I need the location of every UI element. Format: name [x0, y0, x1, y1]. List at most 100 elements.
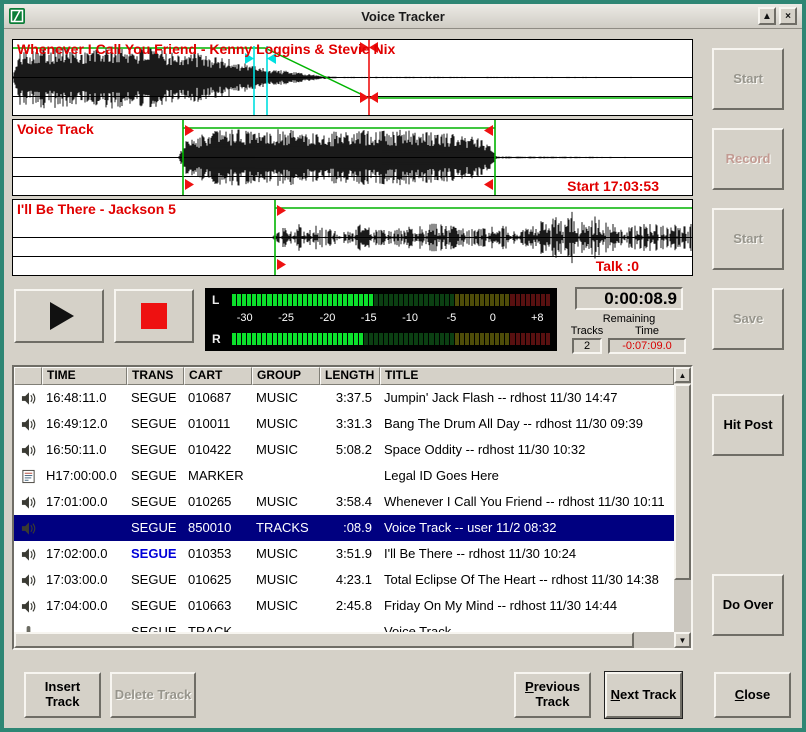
- table-row[interactable]: 16:49:12.0SEGUE010011MUSIC3:31.3Bang The…: [14, 411, 674, 437]
- track-start-time: Start 17:03:53: [567, 178, 659, 194]
- delete-track-button[interactable]: Delete Track: [110, 672, 196, 718]
- cell-group: MUSIC: [252, 593, 320, 619]
- meter-scale-label: 0: [490, 312, 496, 325]
- cell-group: [252, 619, 320, 632]
- save-button[interactable]: Save: [712, 288, 784, 350]
- button-label: Next Track: [611, 688, 677, 703]
- column-header-icon: [14, 367, 42, 385]
- waveform-panel-2[interactable]: Voice Track Start 17:03:53: [12, 119, 693, 196]
- previous-track-button[interactable]: Previous Track: [514, 672, 591, 718]
- cell-length: 4:23.1: [320, 567, 380, 593]
- waveform-panel-1[interactable]: Whenever I Call You Friend - Kenny Loggi…: [12, 39, 693, 116]
- button-label: Close: [735, 688, 770, 703]
- cell-trans: SEGUE: [127, 515, 184, 541]
- table-row[interactable]: SEGUE850010TRACKS:08.9Voice Track -- use…: [14, 515, 674, 541]
- cell-trans: SEGUE: [127, 463, 184, 489]
- scroll-up-button[interactable]: ▲: [674, 367, 691, 383]
- record-button[interactable]: Record: [712, 128, 784, 190]
- cell-time: 16:49:12.0: [42, 411, 127, 437]
- cell-time: 17:02:00.0: [42, 541, 127, 567]
- insert-track-button[interactable]: Insert Track: [24, 672, 101, 718]
- cell-cart: 010011: [184, 411, 252, 437]
- window-title: Voice Tracker: [4, 9, 802, 24]
- cell-cart: 010353: [184, 541, 252, 567]
- cell-length: [320, 619, 380, 632]
- table-row[interactable]: H17:00:00.0SEGUEMARKERLegal ID Goes Here: [14, 463, 674, 489]
- table-row[interactable]: 17:02:00.0SEGUE010353MUSIC3:51.9I'll Be …: [14, 541, 674, 567]
- meter-scale-label: -5: [447, 312, 457, 325]
- cell-trans: SEGUE: [127, 593, 184, 619]
- cell-cart: 010422: [184, 437, 252, 463]
- table-row[interactable]: 16:50:11.0SEGUE010422MUSIC5:08.2Space Od…: [14, 437, 674, 463]
- elapsed-time-display: 0:00:08.9: [575, 287, 683, 310]
- track-title: I'll Be There - Jackson 5: [17, 201, 176, 217]
- cell-length: 5:08.2: [320, 437, 380, 463]
- cell-length: :08.9: [320, 515, 380, 541]
- cell-cart: 010663: [184, 593, 252, 619]
- cell-time: 17:01:00.0: [42, 489, 127, 515]
- table-row[interactable]: 17:04:00.0SEGUE010663MUSIC2:45.8Friday O…: [14, 593, 674, 619]
- button-label: Save: [733, 311, 763, 327]
- table-row[interactable]: 17:03:00.0SEGUE010625MUSIC4:23.1Total Ec…: [14, 567, 674, 593]
- cell-trans: SEGUE: [127, 619, 184, 632]
- meter-scale-label: -25: [278, 312, 294, 325]
- do-over-button[interactable]: Do Over: [712, 574, 784, 636]
- start-button-2[interactable]: Start: [712, 208, 784, 270]
- cell-trans: SEGUE: [127, 567, 184, 593]
- cell-title: Whenever I Call You Friend -- rdhost 11/…: [380, 489, 674, 515]
- vertical-scroll-slider[interactable]: [674, 384, 691, 580]
- horizontal-scroll-slider[interactable]: [14, 632, 634, 648]
- marker-icon: [14, 463, 42, 489]
- waveform-panel-3[interactable]: I'll Be There - Jackson 5 Talk :0: [12, 199, 693, 276]
- table-row[interactable]: SEGUETRACK Voice Track: [14, 619, 674, 632]
- speaker-icon: [14, 489, 42, 515]
- hit-post-button[interactable]: Hit Post: [712, 394, 784, 456]
- next-track-button[interactable]: Next Track: [605, 672, 682, 718]
- cell-title: Voice Track: [380, 619, 674, 632]
- cell-cart: MARKER: [184, 463, 252, 489]
- column-header-group: GROUP: [252, 367, 320, 385]
- column-header-length: LENGTH: [320, 367, 380, 385]
- cell-time: 16:50:11.0: [42, 437, 127, 463]
- table-row[interactable]: 16:48:11.0SEGUE010687MUSIC3:37.5Jumpin' …: [14, 385, 674, 411]
- track-title: Whenever I Call You Friend - Kenny Loggi…: [17, 41, 395, 57]
- button-label: Previous Track: [518, 680, 587, 710]
- cell-title: Voice Track -- user 11/2 08:32: [380, 515, 674, 541]
- cell-title: Jumpin' Jack Flash -- rdhost 11/30 14:47: [380, 385, 674, 411]
- cell-cart: 850010: [184, 515, 252, 541]
- dialog-content: Whenever I Call You Friend - Kenny Loggi…: [4, 29, 802, 728]
- shade-button[interactable]: ▲: [758, 7, 776, 25]
- titlebar[interactable]: Voice Tracker ▲ ×: [4, 4, 802, 29]
- table-row[interactable]: 17:01:00.0SEGUE010265MUSIC3:58.4Whenever…: [14, 489, 674, 515]
- cell-length: 3:37.5: [320, 385, 380, 411]
- remaining-label: Remaining: [575, 313, 683, 325]
- cell-trans: SEGUE: [127, 541, 184, 567]
- cell-group: TRACKS: [252, 515, 320, 541]
- cell-title: Bang The Drum All Day -- rdhost 11/30 09…: [380, 411, 674, 437]
- vertical-scrollbar[interactable]: ▲ ▼: [674, 367, 691, 648]
- cell-time: [42, 515, 127, 541]
- scroll-down-button[interactable]: ▼: [674, 632, 691, 648]
- meter-left-leds: [232, 294, 550, 306]
- cell-length: 3:31.3: [320, 411, 380, 437]
- cell-group: MUSIC: [252, 437, 320, 463]
- mic-icon: [14, 619, 42, 632]
- cell-time: 16:48:11.0: [42, 385, 127, 411]
- button-label: Delete Track: [115, 688, 192, 703]
- log-rows: 16:48:11.0SEGUE010687MUSIC3:37.5Jumpin' …: [14, 385, 674, 632]
- play-icon: [50, 302, 74, 330]
- stop-button[interactable]: [114, 289, 194, 343]
- speaker-icon: [14, 593, 42, 619]
- horizontal-scrollbar[interactable]: [14, 632, 674, 648]
- play-button[interactable]: [14, 289, 104, 343]
- close-window-button[interactable]: ×: [779, 7, 797, 25]
- cell-trans: SEGUE: [127, 385, 184, 411]
- meter-scale-label: +8: [531, 312, 544, 325]
- start-button-1[interactable]: Start: [712, 48, 784, 110]
- cell-cart: TRACK: [184, 619, 252, 632]
- column-header-time: TIME: [42, 367, 127, 385]
- cell-cart: 010625: [184, 567, 252, 593]
- close-button[interactable]: Close: [714, 672, 791, 718]
- cell-length: [320, 463, 380, 489]
- meter-scale-label: -15: [361, 312, 377, 325]
